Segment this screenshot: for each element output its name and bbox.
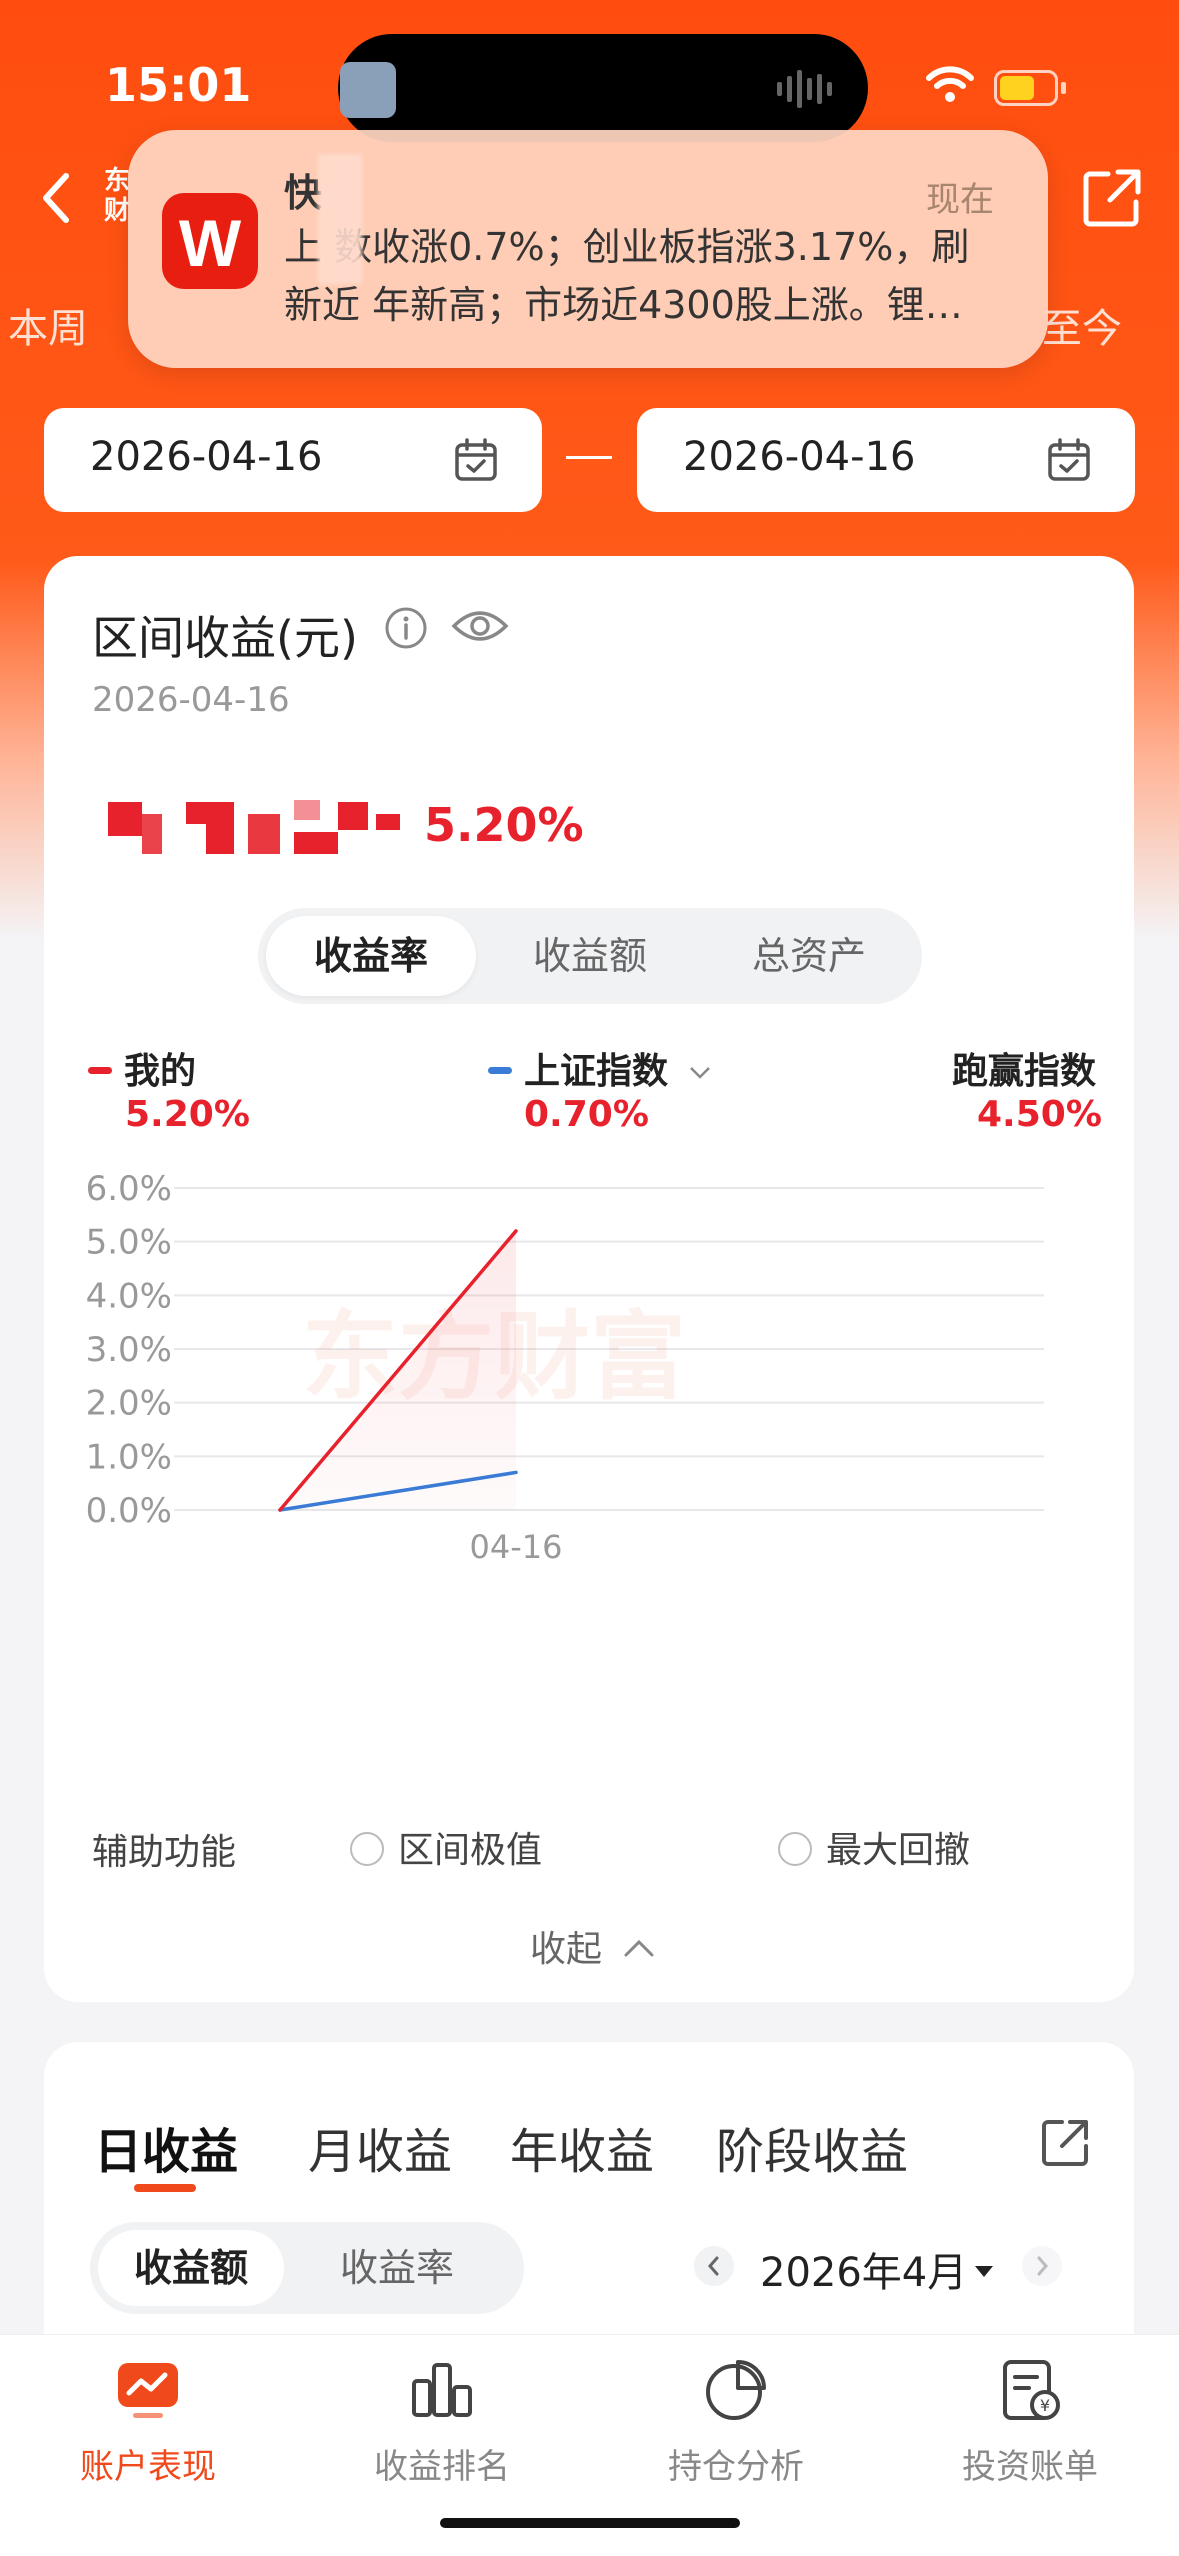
y-tick-label: 2.0% [86, 1384, 172, 1424]
start-date-picker[interactable]: 2026-04-16 [44, 408, 542, 512]
audio-wave-icon [777, 70, 832, 108]
active-tab-underline [134, 2184, 196, 2192]
masked-amount [98, 794, 438, 860]
y-tick-label: 0.0% [86, 1491, 172, 1531]
privacy-blur [318, 154, 362, 284]
tab-yield-amount[interactable]: 收益额 [485, 916, 695, 996]
start-date-value: 2026-04-16 [90, 434, 323, 480]
radio-icon [778, 1832, 812, 1866]
legend-mine-value: 5.20% [125, 1094, 250, 1135]
period-tab-to-date[interactable]: 至今 [1042, 296, 1122, 354]
radio-icon [350, 1832, 384, 1866]
bar-chart-icon [412, 2363, 472, 2417]
chart-screen-icon [118, 2363, 178, 2418]
month-selector[interactable]: 2026年4月 [760, 2240, 994, 2298]
y-tick-label: 6.0% [86, 1169, 172, 1209]
back-arrow-icon[interactable] [32, 168, 82, 228]
legend-index-selector[interactable]: 上证指数 [488, 1042, 711, 1094]
yield-line-chart: 6.0%5.0%4.0%3.0%2.0%1.0%0.0%东方财富04-16 [86, 1169, 1044, 1566]
tab-monthly-returns[interactable]: 月收益 [308, 2112, 452, 2182]
aux-label: 辅助功能 [92, 1832, 237, 1873]
returns-summary-card: 区间收益(元) 2026-04-16 5.20% 收益率 收益额 总资产 我的 … [44, 556, 1134, 2002]
notification-body: 上 数收涨0.7%；创业板指涨3.17%，刷新近 年新高；市场近4300股上涨。… [284, 225, 970, 327]
legend-outperform-value: 4.50% [977, 1094, 1102, 1135]
wps-app-icon: W [162, 193, 258, 289]
bill-icon: ¥ [1003, 2360, 1060, 2420]
legend-outperform: 跑赢指数 [952, 1051, 1097, 1092]
notification-title: 快 [284, 171, 323, 215]
returns-segment-control: 收益额 收益率 [90, 2222, 524, 2314]
tab-daily-returns[interactable]: 日收益 [94, 2112, 238, 2182]
y-tick-label: 5.0% [86, 1223, 172, 1263]
end-date-value: 2026-04-16 [683, 434, 916, 480]
svg-text:¥: ¥ [1040, 2396, 1050, 2415]
island-thumbnail-icon [340, 62, 396, 118]
eye-icon[interactable] [450, 604, 510, 648]
date-range-separator [566, 456, 612, 459]
share-icon[interactable] [1078, 164, 1146, 232]
legend-index-value: 0.70% [524, 1094, 649, 1135]
collapse-button[interactable]: 收起 [530, 1920, 655, 1972]
wifi-icon [926, 66, 974, 102]
notification-time: 现在 [926, 180, 994, 220]
y-tick-label: 4.0% [86, 1276, 172, 1316]
nav-holdings-analysis[interactable]: 持仓分析 [636, 2357, 836, 2488]
tab-period-returns[interactable]: 阶段收益 [716, 2112, 908, 2182]
status-time: 15:01 [105, 58, 252, 112]
metric-segment-control: 收益率 收益额 总资产 [258, 908, 922, 1004]
chevron-down-icon [689, 1067, 710, 1079]
y-tick-label: 1.0% [86, 1437, 172, 1477]
summary-percent: 5.20% [424, 798, 584, 852]
tab-return-amount[interactable]: 收益额 [98, 2230, 284, 2306]
period-tab-this-week[interactable]: 本周 [8, 296, 88, 354]
calendar-icon [455, 438, 497, 481]
battery-icon [994, 70, 1066, 106]
chevron-left-icon[interactable] [694, 2246, 734, 2286]
nav-account-performance[interactable]: 账户表现 [48, 2357, 248, 2488]
push-notification[interactable]: W 快 现在 上 数收涨0.7%；创业板指涨3.17%，刷新近 年新高；市场近4… [128, 130, 1048, 368]
info-icon[interactable] [384, 606, 428, 650]
summary-date: 2026-04-16 [92, 680, 290, 720]
export-icon[interactable] [1038, 2116, 1092, 2170]
y-tick-label: 3.0% [86, 1330, 172, 1370]
end-date-picker[interactable]: 2026-04-16 [637, 408, 1135, 512]
tab-yield-rate[interactable]: 收益率 [266, 916, 476, 996]
card-title: 区间收益(元) [92, 611, 358, 665]
tab-total-assets[interactable]: 总资产 [704, 916, 914, 996]
option-range-extremes[interactable]: 区间极值 [350, 1821, 542, 1873]
tab-yearly-returns[interactable]: 年收益 [510, 2112, 654, 2182]
tab-return-rate[interactable]: 收益率 [304, 2230, 490, 2306]
calendar-icon [1048, 438, 1090, 481]
chevron-right-icon[interactable] [1022, 2246, 1062, 2286]
pie-chart-icon [706, 2360, 766, 2420]
legend-mine: 我的 [88, 1042, 196, 1094]
nav-investment-bill[interactable]: ¥ 投资账单 [930, 2357, 1130, 2488]
nav-return-ranking[interactable]: 收益排名 [342, 2357, 542, 2488]
home-indicator [440, 2518, 740, 2528]
option-max-drawdown[interactable]: 最大回撤 [778, 1821, 970, 1873]
x-tick-label: 04-16 [470, 1528, 563, 1566]
chevron-up-icon [624, 1939, 654, 1957]
